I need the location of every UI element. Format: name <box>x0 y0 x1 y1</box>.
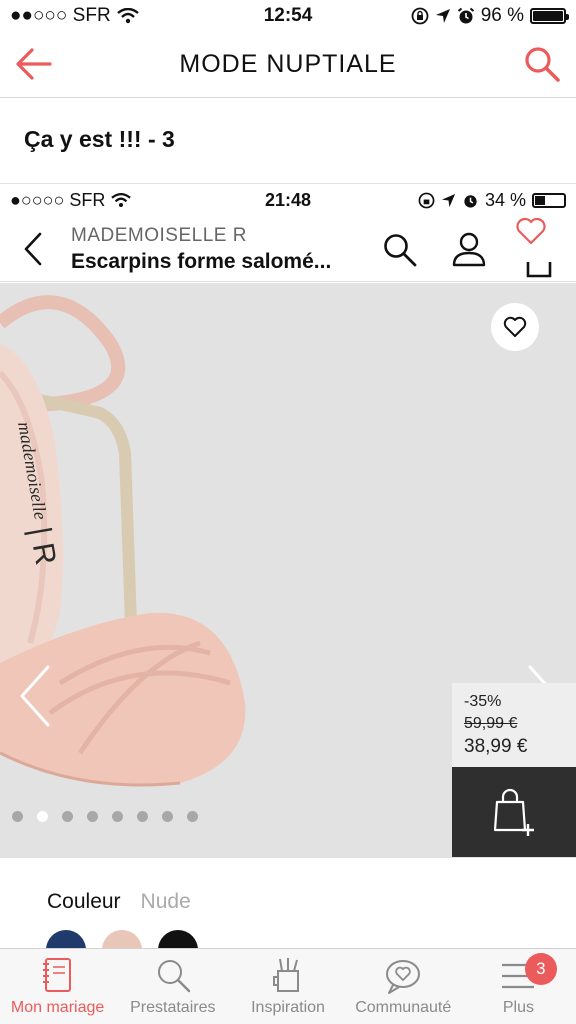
pagination-dot[interactable] <box>62 811 73 822</box>
search-icon <box>157 960 190 993</box>
tab-plus[interactable]: Plus 3 <box>461 949 576 1024</box>
pagination-dot[interactable] <box>187 811 198 822</box>
inner-time: 21:48 <box>264 189 312 210</box>
add-to-bag-icon <box>493 788 534 836</box>
product-header: MADEMOISELLE R Escarpins forme salomé... <box>0 216 576 282</box>
svg-text:| R: | R <box>23 524 62 567</box>
color-swatch[interactable] <box>46 930 86 948</box>
pagination-dot[interactable] <box>112 811 123 822</box>
product-name: Escarpins forme salomé... <box>71 250 332 273</box>
product-gallery[interactable]: mademoiselle | R -35% 59,99 € 38,99 € <box>0 283 576 858</box>
inspiration-cup-icon <box>273 958 299 992</box>
heart-icon <box>503 316 527 337</box>
color-swatch[interactable] <box>102 930 142 948</box>
tab-bar: Mon mariage Prestataires Inspiration Com… <box>0 948 576 1024</box>
app-header: MODE NUPTIALE <box>0 32 576 98</box>
chevron-left-icon[interactable] <box>16 663 56 729</box>
old-price: 59,99 € <box>464 715 518 732</box>
embedded-screenshot[interactable]: ●○○○○ SFR 21:48 34 % MADEMOISELLE R Esca… <box>0 184 576 948</box>
thread-title: Ça y est !!! - 3 <box>24 126 175 152</box>
carrier-signal: ●●○○○ SFR <box>10 5 111 26</box>
status-bar: ●●○○○ SFR 12:54 96 % <box>0 0 576 32</box>
pagination-dot[interactable] <box>87 811 98 822</box>
heart-icon[interactable] <box>515 216 547 246</box>
discount-badge: -35% <box>464 693 502 710</box>
user-icon[interactable] <box>450 230 488 268</box>
tab-label: Mon mariage <box>10 999 105 1016</box>
pagination-dot[interactable] <box>137 811 148 822</box>
color-row: Couleur Nude <box>47 890 191 914</box>
color-value: Nude <box>140 890 191 913</box>
wifi-icon <box>116 8 139 24</box>
battery-icon <box>530 8 569 24</box>
notification-badge: 3 <box>524 953 557 985</box>
heart-bubble-icon <box>386 960 421 994</box>
new-price: 38,99 € <box>464 736 528 757</box>
color-label: Couleur <box>47 890 121 913</box>
tab-label: Prestataires <box>130 999 216 1016</box>
notebook-icon <box>42 958 71 992</box>
battery-percent: 96 % <box>480 5 524 26</box>
tab-label: Inspiration <box>251 999 325 1016</box>
inner-status-bar: ●○○○○ SFR 21:48 34 % <box>0 184 576 216</box>
color-swatches[interactable] <box>46 930 198 948</box>
price-box: -35% 59,99 € 38,99 € <box>452 683 576 767</box>
back-arrow-icon[interactable] <box>14 46 54 82</box>
product-brand: MADEMOISELLE R <box>71 225 247 246</box>
favorite-button[interactable] <box>491 303 539 351</box>
pagination-dot[interactable] <box>162 811 173 822</box>
battery-icon <box>532 192 566 208</box>
gallery-pagination[interactable] <box>12 811 198 822</box>
tab-label: Plus <box>502 999 534 1016</box>
tab-mon-mariage[interactable]: Mon mariage <box>0 949 115 1024</box>
pagination-dot[interactable] <box>37 811 48 822</box>
page-title: MODE NUPTIALE <box>179 50 397 78</box>
tab-communaute[interactable]: Communauté <box>346 949 461 1024</box>
tab-prestataires[interactable]: Prestataires <box>115 949 230 1024</box>
add-to-cart-button[interactable] <box>452 767 576 857</box>
product-image: mademoiselle | R <box>0 295 246 787</box>
color-swatch[interactable] <box>158 930 198 948</box>
rotation-lock-icon <box>411 7 429 25</box>
location-icon <box>435 9 450 23</box>
tab-label: Communauté <box>355 999 452 1016</box>
bag-icon[interactable] <box>526 258 552 280</box>
tab-inspiration[interactable]: Inspiration <box>230 949 345 1024</box>
search-icon[interactable] <box>522 44 562 84</box>
search-icon[interactable] <box>382 232 418 268</box>
pagination-dot[interactable] <box>12 811 23 822</box>
alarm-icon <box>457 7 474 24</box>
chevron-left-icon[interactable] <box>20 230 48 268</box>
